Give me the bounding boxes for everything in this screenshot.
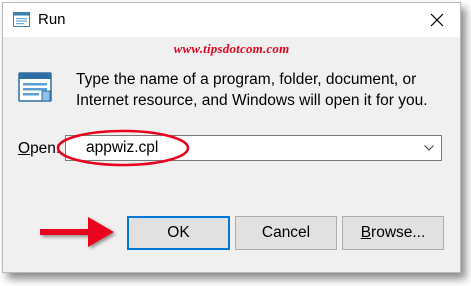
open-combobox[interactable]: appwiz.cpl [65,135,442,161]
run-program-icon [18,72,52,102]
run-icon [13,12,30,27]
close-icon [430,13,444,27]
ok-button[interactable]: OK [127,216,230,250]
dropdown-button[interactable] [419,136,439,160]
window-title: Run [38,11,66,28]
browse-accelerator: B [360,224,372,241]
open-label-accelerator: O [18,140,31,157]
watermark: www.tipsdotcom.com [173,41,290,56]
open-label-rest: pen: [30,140,61,157]
chevron-down-icon [424,145,434,151]
open-input[interactable]: appwiz.cpl [86,139,158,157]
browse-label-rest: rowse... [371,224,426,241]
run-dialog: Run www.tipsdotcom.com Type the name of … [2,2,461,273]
close-button[interactable] [414,3,460,37]
button-bar: OK Cancel Browse... [3,189,460,272]
cancel-button[interactable]: Cancel [235,216,337,250]
browse-button[interactable]: Browse... [342,216,444,250]
title-bar: Run [3,3,460,37]
open-label: Open: [18,140,60,158]
description-text: Type the name of a program, folder, docu… [76,71,428,109]
